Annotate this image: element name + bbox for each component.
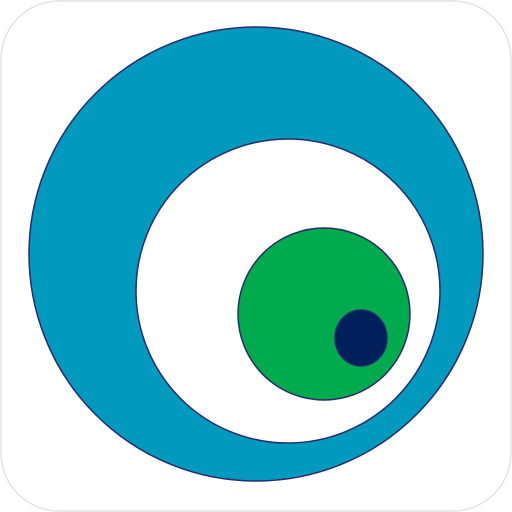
iris-circle — [237, 227, 411, 401]
app-icon-canvas — [0, 0, 512, 512]
app-icon-svg — [0, 0, 512, 512]
nested-circles-eye-logo-icon — [28, 26, 484, 482]
pupil-dot — [334, 309, 388, 367]
